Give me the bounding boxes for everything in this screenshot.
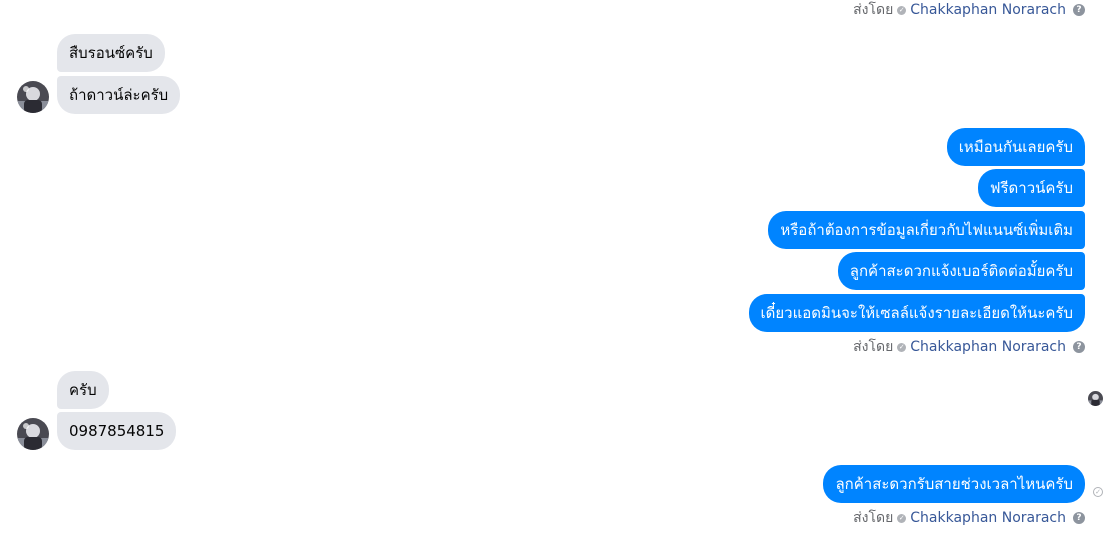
seen-avatar-image <box>1088 391 1103 406</box>
question-circle-icon[interactable]: ? <box>1073 4 1085 16</box>
outgoing-message[interactable]: ลูกค้าสะดวกรับสายช่วงเวลาไหนครับ <box>823 465 1085 503</box>
incoming-message[interactable]: ครับ <box>57 371 109 409</box>
sent-by-caption: ส่งโดย ✓ Chakkaphan Norarach ? <box>853 0 1085 20</box>
incoming-message[interactable]: 0987854815 <box>57 412 177 450</box>
seen-avatar <box>1088 391 1103 406</box>
sent-check-icon: ✓ <box>1093 487 1103 497</box>
outgoing-message[interactable]: ฟรีดาวน์ครับ <box>977 169 1085 207</box>
sent-by-caption: ส่งโดย ✓ Chakkaphan Norarach ? <box>853 508 1085 528</box>
check-circle-icon: ✓ <box>897 513 907 523</box>
chat-thread: ส่งโดย ✓ Chakkaphan Norarach ? สืบรอนซ์ค… <box>0 0 1110 560</box>
contact-avatar[interactable] <box>17 418 49 450</box>
question-circle-icon[interactable]: ? <box>1073 512 1085 524</box>
sent-by-caption: ส่งโดย ✓ Chakkaphan Norarach ? <box>853 337 1085 357</box>
check-circle-icon: ✓ <box>897 5 907 15</box>
question-circle-icon[interactable]: ? <box>1073 341 1085 353</box>
check-circle-icon: ✓ <box>897 342 907 352</box>
outgoing-message[interactable]: เดี๋ยวแอดมินจะให้เซลล์แจ้งรายละเอียดให้น… <box>748 294 1085 332</box>
sender-name-link[interactable]: Chakkaphan Norarach <box>910 510 1066 526</box>
avatar-image <box>17 81 49 113</box>
contact-avatar[interactable] <box>17 81 49 113</box>
sender-name-link[interactable]: Chakkaphan Norarach <box>910 339 1066 355</box>
sent-by-label: ส่งโดย <box>853 339 894 355</box>
incoming-message[interactable]: ถ้าดาวน์ล่ะครับ <box>57 76 181 114</box>
outgoing-message[interactable]: ลูกค้าสะดวกแจ้งเบอร์ติดต่อมั้ยครับ <box>837 252 1085 290</box>
sender-name-link[interactable]: Chakkaphan Norarach <box>910 2 1066 18</box>
sent-by-label: ส่งโดย <box>853 2 894 18</box>
outgoing-message[interactable]: หรือถ้าต้องการข้อมูลเกี่ยวกับไฟแนนซ์เพิ่… <box>768 211 1085 249</box>
incoming-message[interactable]: สืบรอนซ์ครับ <box>57 34 165 72</box>
outgoing-message[interactable]: เหมือนกันเลยครับ <box>946 128 1085 166</box>
avatar-image <box>17 418 49 450</box>
sent-by-label: ส่งโดย <box>853 510 894 526</box>
